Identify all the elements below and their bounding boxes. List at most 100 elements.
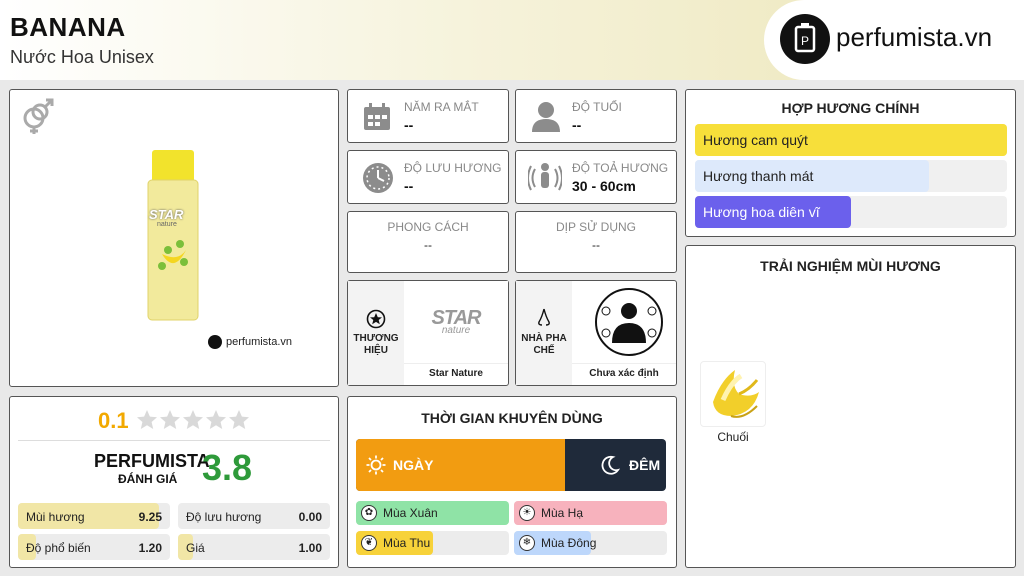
accord-bar: Hương hoa diên vĩ [695, 196, 1007, 228]
star-icon [366, 309, 386, 329]
perfumer-label-line2: CHẾ [533, 345, 555, 356]
day-segment [356, 439, 565, 491]
score-row: Giá 1.00 [178, 534, 330, 560]
bottle-brand-text: STAR [149, 207, 184, 222]
style-card: PHONG CÁCH -- [347, 211, 509, 273]
moon-icon [600, 455, 621, 475]
accord-bar: Hương cam quýt [695, 124, 1007, 156]
watermark-text: perfumista.vn [226, 336, 293, 348]
perfumer-label-line1: NHÀ PHA [521, 333, 567, 344]
svg-text:P: P [801, 34, 809, 48]
score-value: 1.20 [138, 541, 162, 555]
occasion-card: DỊP SỬ DỤNG -- [515, 211, 677, 273]
age-value: -- [572, 117, 582, 133]
longevity-value: -- [404, 178, 414, 194]
scent-experience-panel: TRẢI NGHIỆM MÙI HƯƠNG Chuối [685, 245, 1016, 568]
season-spring: ✿ Mùa Xuân [356, 501, 509, 525]
release-year-card: NĂM RA MẮT -- [347, 89, 509, 143]
longevity-card: ĐỘ LƯU HƯƠNG -- [347, 150, 509, 204]
recommended-time-panel: THỜI GIAN KHUYÊN DÙNG NGÀY ĐÊM ✿ Mùa Xuâ… [347, 396, 677, 568]
perfumista-logo-icon: P [780, 14, 830, 64]
perfume-subtitle: Nước Hoa Unisex [10, 47, 154, 67]
season-winter: ❄ Mùa Đông [514, 531, 667, 555]
longevity-label: ĐỘ LƯU HƯƠNG [404, 161, 502, 175]
clock-icon [362, 162, 394, 194]
logo-text[interactable]: perfumista.vn [836, 22, 992, 53]
style-value: -- [424, 238, 432, 252]
perfumer-name[interactable]: Chưa xác định [572, 363, 676, 385]
product-bottle-image [144, 150, 202, 322]
brand-label-line1: THƯƠNG [353, 333, 399, 344]
product-image-panel: STAR nature perfumista.vn [9, 89, 339, 387]
calendar-icon [362, 102, 392, 132]
season-label: Mùa Đông [541, 536, 597, 550]
perfumer-card[interactable]: NHÀ PHA CHẾ Chưa xác định [515, 280, 677, 386]
occasion-label: DỊP SỬ DỤNG [555, 220, 637, 234]
sillage-icon [527, 161, 563, 195]
score-value: 9.25 [138, 510, 162, 524]
age-label: ĐỘ TUỔI [572, 100, 622, 114]
score-value: 0.00 [298, 510, 322, 524]
accord-label: Hương thanh mát [703, 168, 814, 184]
brand-logo[interactable]: STAR nature [404, 281, 508, 363]
accord-bar: Hương thanh mát [695, 160, 1007, 192]
nose-icon [534, 307, 554, 329]
perfumer-avatar[interactable] [594, 287, 664, 357]
unisex-gender-icon [18, 96, 58, 136]
brand-label-area: THƯƠNG HIỆU [348, 281, 404, 385]
watermark-icon [208, 335, 222, 349]
sillage-card: ĐỘ TOẢ HƯƠNG 30 - 60cm [515, 150, 677, 204]
sun-icon [366, 455, 386, 475]
sun-icon: ☀ [519, 505, 535, 521]
score-label: Độ phổ biến [26, 541, 91, 555]
main-accords-panel: HỢP HƯƠNG CHÍNH Hương cam quýt Hương tha… [685, 89, 1016, 237]
season-label: Mùa Xuân [383, 506, 438, 520]
user-icon [530, 100, 562, 132]
day-label: NGÀY [393, 457, 434, 473]
season-fill [514, 501, 667, 525]
sillage-value: 30 - 60cm [572, 178, 636, 194]
occasion-value: -- [592, 238, 600, 252]
flower-icon: ✿ [361, 505, 377, 521]
accord-label: Hương cam quýt [703, 132, 808, 148]
release-year-value: -- [404, 117, 414, 133]
sillage-label: ĐỘ TOẢ HƯƠNG [572, 161, 669, 175]
day-night-bar: NGÀY ĐÊM [356, 439, 666, 491]
score-row: Độ phổ biến 1.20 [18, 534, 170, 560]
style-label: PHONG CÁCH [387, 220, 469, 234]
note-image-banana[interactable] [700, 361, 766, 427]
divider [18, 440, 330, 441]
score-label: Giá [186, 541, 205, 555]
leaf-icon: ❦ [361, 535, 377, 551]
snowflake-icon: ❄ [519, 535, 535, 551]
season-autumn: ❦ Mùa Thu [356, 531, 509, 555]
score-value: 1.00 [298, 541, 322, 555]
main-accords-title: HỢP HƯƠNG CHÍNH [781, 100, 920, 116]
score-row: Độ lưu hương 0.00 [178, 503, 330, 529]
perfumer-label-area: NHÀ PHA CHẾ [516, 281, 572, 385]
score-label: Mùi hương [26, 510, 85, 524]
age-card: ĐỘ TUỔI -- [515, 89, 677, 143]
perfumista-sub-label: ĐÁNH GIÁ [118, 472, 178, 486]
scent-experience-title: TRẢI NGHIỆM MÙI HƯƠNG [760, 258, 941, 274]
night-label: ĐÊM [629, 457, 661, 473]
season-label: Mùa Thu [383, 536, 431, 550]
page-header: BANANA Nước Hoa Unisex P perfumista.vn [0, 0, 1024, 80]
note-label: Chuối [717, 430, 749, 444]
rating-stars[interactable] [136, 409, 252, 431]
recommended-time-title: THỜI GIAN KHUYÊN DÙNG [421, 410, 603, 426]
brand-name[interactable]: Star Nature [404, 363, 508, 385]
accord-label: Hương hoa diên vĩ [703, 204, 820, 220]
brand-label-line2: HIỆU [364, 345, 388, 356]
perfumista-score: 3.8 [202, 447, 253, 488]
brand-logo-bottom: nature [441, 325, 471, 336]
user-rating-score: 0.1 [98, 408, 129, 433]
perfumista-label: PERFUMISTA [94, 451, 210, 471]
perfume-title: BANANA [10, 12, 126, 42]
bottle-sub-text: nature [157, 221, 177, 228]
score-row: Mùi hương 9.25 [18, 503, 170, 529]
release-year-label: NĂM RA MẮT [404, 100, 479, 114]
brand-card[interactable]: THƯƠNG HIỆU STAR nature Star Nature [347, 280, 509, 386]
season-summer: ☀ Mùa Hạ [514, 501, 667, 525]
rating-panel: 0.1 PERFUMISTA ĐÁNH GIÁ 3.8 Mùi hương 9.… [9, 396, 339, 568]
